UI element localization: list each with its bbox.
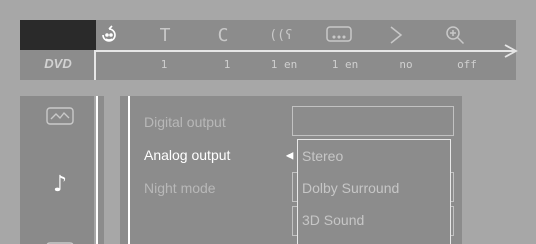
status-bar: T C ((ʕ DVD 1 1 1 en 1 en no off [20,20,518,80]
chapter-value: 1 [223,58,231,71]
dropdown-pointer-icon: ◀ [286,148,294,162]
angle-value: no [399,58,413,71]
analog-output-label[interactable]: Analog output [144,147,230,163]
option-dolby-label[interactable]: Dolby Surround [302,180,399,196]
zoom-value: off [457,58,477,71]
zoom-icon[interactable] [442,24,468,46]
audio-settings-icon[interactable]: ♪ [46,172,74,197]
status-divider-line [96,50,516,52]
title-icon[interactable]: T [152,24,178,46]
digital-output-label[interactable]: Digital output [144,114,226,130]
sidebar-divider [96,96,104,244]
digital-output-field[interactable] [292,106,454,136]
night-mode-label[interactable]: Night mode [144,180,216,196]
panel-left-line [128,96,130,244]
status-icons-row: T C ((ʕ [96,20,516,50]
subtitle-value: 1 en [331,58,359,71]
settings-sidebar: ♪ [20,96,94,244]
dvd-logo: DVD [44,56,72,71]
status-bar-header-strip [20,20,96,50]
language-settings-icon[interactable] [46,236,74,244]
audio-value: 1 en [270,58,298,71]
title-value: 1 [160,58,168,71]
status-values-row: DVD 1 1 1 en 1 en no off [20,54,516,78]
picture-settings-icon[interactable] [46,106,74,126]
option-stereo-label[interactable]: Stereo [302,148,343,164]
angle-icon[interactable] [384,24,410,46]
chapter-icon[interactable]: C [210,24,236,46]
subtitle-icon[interactable] [326,24,352,46]
user-remote-icon[interactable] [96,24,122,46]
analog-output-dropdown[interactable]: ◀ Stereo Dolby Surround 3D Sound [286,139,451,244]
audio-icon[interactable]: ((ʕ [268,24,294,46]
dvd-osd-screen: T C ((ʕ DVD 1 1 1 en 1 en no off ♪ Digit… [0,0,536,244]
option-3d-label[interactable]: 3D Sound [302,212,364,228]
